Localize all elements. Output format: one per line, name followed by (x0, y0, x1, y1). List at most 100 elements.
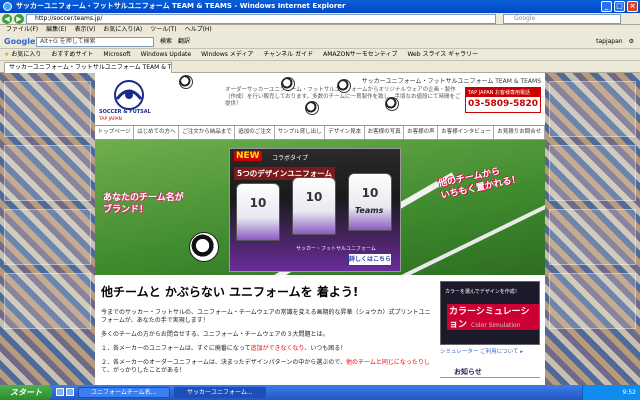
details-button[interactable]: 詳しくはこちら (348, 253, 392, 266)
tab-active[interactable]: サッカーユニフォーム・フットサルユニフォーム TEAM & TE... (4, 62, 172, 73)
site-name: サッカーユニフォーム・フットサルユニフォーム TEAM & TEAMS (361, 78, 541, 85)
side-photo (549, 145, 636, 201)
page-headline: 他チームと かぶらない ユニフォームを 着よう! (101, 285, 359, 299)
nav-additional-order[interactable]: 追加のご注文 (235, 126, 275, 139)
favorites-item[interactable]: Microsoft (103, 49, 130, 60)
favorites-item[interactable]: Windows メディア (201, 49, 253, 60)
side-photo (549, 81, 636, 137)
nav-sample[interactable]: サンプル貸し出し (275, 126, 326, 139)
phone-label: TAP JAPAN お客様専用電話 (466, 88, 540, 97)
browser-search-input[interactable]: Google (503, 14, 621, 24)
google-search-input[interactable]: Alt+G を押して検索 (36, 37, 154, 47)
system-tray: 9:52 (582, 385, 640, 400)
google-translate-button[interactable]: 翻訳 (178, 35, 190, 49)
quick-launch-icon[interactable] (56, 388, 64, 396)
favorites-button[interactable]: ★ お気に入り (4, 49, 41, 60)
problem-1: １．各メーカーのユニフォームは、すぐに廃番になって追加ができなくなり、いつも困る… (101, 345, 347, 352)
menu-help[interactable]: ヘルプ(H) (185, 25, 212, 35)
taskbar-item-active[interactable]: サッカーユニフォーム... (174, 387, 266, 398)
favorites-item[interactable]: Windows Update (141, 49, 191, 60)
menu-tools[interactable]: ツール(T) (150, 25, 176, 35)
lead-text: 多くのチームの方からお問合せする、ユニフォーム・チームウェアの３大問題とは。 (101, 331, 329, 338)
taskbar: スタート ユニフォームチーム名... サッカーユニフォーム... 9:52 (0, 385, 640, 400)
side-photo (4, 273, 91, 329)
simulator-link[interactable]: シミュレーター ご利用について ▸ (440, 347, 523, 355)
soccer-ball-icon (281, 77, 295, 91)
page-viewport: SOCCER & FUTSAL TAP JAPAN サッカーユニフォーム・フット… (0, 73, 640, 385)
side-photo (4, 145, 91, 201)
nav-top[interactable]: トップページ (95, 126, 135, 139)
side-photo (549, 209, 636, 265)
favorites-item[interactable]: おすすめサイト (51, 49, 93, 60)
forward-button[interactable]: ▶ (14, 14, 24, 24)
soccer-ball-icon (385, 97, 399, 111)
main-content: SOCCER & FUTSAL TAP JAPAN サッカーユニフォーム・フット… (95, 73, 546, 385)
maximize-button[interactable]: □ (614, 1, 625, 12)
favorites-item[interactable]: Web スライス ギャラリー (407, 49, 478, 60)
side-photo (4, 81, 91, 137)
logo-sub: TAP JAPAN (99, 117, 122, 122)
side-photo (4, 209, 91, 265)
close-button[interactable]: × (627, 1, 638, 12)
phone-number[interactable]: 03-5809-5820 (466, 97, 540, 111)
quick-launch-icon[interactable] (66, 388, 74, 396)
minimize-button[interactable]: _ (601, 1, 612, 12)
menu-favorites[interactable]: お気に入り(A) (103, 25, 142, 35)
taskbar-item[interactable]: ユニフォームチーム名... (78, 387, 170, 398)
nav-photos[interactable]: お客様の写真 (365, 126, 405, 139)
logo-text: SOCCER & FUTSAL (99, 109, 151, 115)
soccer-ball-icon (179, 75, 193, 89)
window-controls: _ □ × (601, 1, 638, 12)
tab-bar: サッカーユニフォーム・フットサルユニフォーム TEAM & TE... (0, 61, 640, 73)
nav-order-flow[interactable]: ご注文から納品まで (179, 126, 236, 139)
url-input[interactable]: http://soccer.teams.jp/ (26, 14, 496, 24)
nav-voices[interactable]: お客様の声 (404, 126, 439, 139)
content-area: 他チームと かぶらない ユニフォームを 着よう! 今までのサッカー・フットサルの… (95, 275, 545, 385)
color-simulation-banner[interactable]: カラーを選んでデザインを作成！ カラーシミュレーション Color Simula… (440, 281, 540, 345)
wrench-icon[interactable]: ⚙ (629, 35, 634, 49)
new-badge: NEW (234, 151, 262, 161)
uniform-ad-banner[interactable]: NEW コラボタイプ 5つのデザインユニフォーム 10 10 10 Teams … (229, 148, 401, 272)
problem-2: ２．各メーカーのオーダーユニフォームは、決まったデザインパターンの中から選ぶので… (101, 359, 430, 374)
shirt-name: Teams (355, 206, 384, 215)
window-title-bar: サッカーユニフォーム・フットサルユニフォーム TEAM & TEAMS - Wi… (0, 0, 640, 13)
site-nav: トップページ はじめての方へ ご注文から納品まで 追加のご注文 サンプル貸し出し… (95, 125, 546, 140)
favorites-item[interactable]: チャンネル ガイド (263, 49, 313, 60)
google-toolbar: Google Alt+G を押して検索 検索 翻訳 tapjapan ⚙ (0, 35, 640, 49)
google-user[interactable]: tapjapan (596, 35, 622, 49)
sim-sub: Color Simulation (471, 322, 521, 329)
uniform-shirt: 10 (292, 177, 336, 235)
favorites-bar: ★ お気に入り おすすめサイト Microsoft Windows Update… (0, 49, 640, 61)
menu-file[interactable]: ファイル(F) (6, 25, 38, 35)
side-photo-left (0, 73, 95, 385)
ie-icon (3, 2, 12, 11)
news-heading: お知らせ (440, 367, 540, 378)
ad-subtitle: コラボタイプ (272, 155, 309, 162)
clock: 9:52 (622, 389, 636, 396)
nav-design[interactable]: デザイン見本 (325, 126, 365, 139)
nav-beginners[interactable]: はじめての方へ (134, 126, 180, 139)
shirt-number: 10 (249, 196, 267, 210)
google-logo: Google (4, 37, 36, 46)
window-title: サッカーユニフォーム・フットサルユニフォーム TEAM & TEAMS - Wi… (16, 2, 346, 10)
ad-caption: サッカー・フットサルユニフォーム (296, 246, 376, 252)
side-photo (549, 273, 636, 329)
google-search-button[interactable]: 検索 (160, 35, 172, 49)
site-header: SOCCER & FUTSAL TAP JAPAN サッカーユニフォーム・フット… (95, 73, 545, 125)
address-bar: ◀ ▶ http://soccer.teams.jp/ Google (0, 13, 640, 25)
hero-banner: あなたのチーム名が ブランド！ 他のチームから いちもく置かれる！ NEW コラ… (95, 140, 545, 275)
back-button[interactable]: ◀ (2, 14, 12, 24)
favorites-item[interactable]: AMAZONサーモセンティブ (323, 49, 397, 60)
start-button[interactable]: スタート (0, 385, 52, 400)
soccer-ball-icon (189, 232, 219, 262)
menu-edit[interactable]: 編集(E) (46, 25, 66, 35)
quick-launch (56, 388, 74, 396)
soccer-ball-icon (337, 79, 351, 93)
nav-interview[interactable]: お客様インタビュー (438, 126, 495, 139)
shirt-number: 10 (361, 186, 379, 200)
uniform-shirt: 10 Teams (348, 173, 392, 231)
phone-box: TAP JAPAN お客様専用電話 03-5809-5820 (465, 87, 541, 113)
nav-contact[interactable]: お見積りお問合せ (494, 126, 546, 139)
side-photo-right (545, 73, 640, 385)
menu-view[interactable]: 表示(V) (75, 25, 96, 35)
